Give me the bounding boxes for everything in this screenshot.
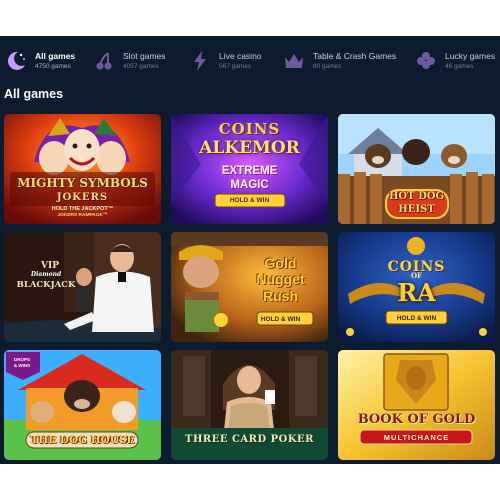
game-title: VIP <box>41 261 59 271</box>
tab-slot-games[interactable]: Slot games 4057 games <box>92 46 166 76</box>
game-badge: HOLD & WIN <box>396 315 437 322</box>
game-title: HOT DOG <box>388 191 444 202</box>
section-title: All games <box>4 87 64 101</box>
tab-count: 46 games <box>445 62 474 70</box>
tab-count: 4750 games <box>35 62 71 70</box>
moon-stars-icon <box>4 49 28 73</box>
game-badge: HOLD & WIN <box>229 197 270 204</box>
game-tile-hot-dog-heist[interactable]: HOT DOG HEIST <box>338 114 495 224</box>
game-title: BOOK OF GOLD <box>357 412 476 427</box>
category-tabs: All games 4750 games Slot games 4057 gam… <box>0 36 500 80</box>
game-tile-gold-nugget-rush[interactable]: Gold Nugget Rush HOLD & WIN <box>171 232 328 342</box>
game-title: MIGHTY SYMBOLS <box>17 176 148 190</box>
game-subtitle: MULTICHANCE <box>383 433 450 442</box>
tab-label: Lucky games <box>445 51 496 61</box>
tab-all-games[interactable]: All games 4750 games <box>4 46 75 76</box>
drops-wins-badge: & WINS <box>13 363 31 368</box>
game-subtitle: JOKERS <box>56 192 109 203</box>
drops-wins-badge: DROPS <box>13 357 30 362</box>
game-tag: HOLD THE JACKPOT™ <box>51 206 114 212</box>
game-title: Diamond <box>30 271 62 278</box>
clover-icon <box>414 49 438 73</box>
game-artwork <box>171 232 328 342</box>
game-title: BLACKJACK <box>16 280 76 290</box>
game-tag: JOKERS RAMPAGE™ <box>57 213 108 218</box>
game-tile-coins-of-ra[interactable]: COINS OF RA HOLD & WIN <box>338 232 495 342</box>
tab-label: Live casino <box>219 51 262 61</box>
tab-live-casino[interactable]: Live casino 567 games <box>188 46 262 76</box>
game-title: COINS <box>218 120 281 138</box>
tab-count: 567 games <box>219 62 252 70</box>
game-tile-vip-diamond-blackjack[interactable]: VIP Diamond BLACKJACK <box>4 232 161 342</box>
game-tile-three-card-poker[interactable]: THREE CARD POKER <box>171 350 328 460</box>
tab-table-crash-games[interactable]: Table & Crash Games 80 games <box>282 46 396 76</box>
tab-label: Table & Crash Games <box>313 51 397 61</box>
tab-count: 4057 games <box>123 62 159 70</box>
game-title: Gold <box>264 255 297 271</box>
game-title: Rush <box>263 288 298 304</box>
game-artwork <box>338 350 495 460</box>
tab-lucky-games[interactable]: Lucky games 46 games <box>414 46 495 76</box>
tab-label: All games <box>35 51 76 61</box>
crown-icon <box>282 49 306 73</box>
game-title: ALKEMOR <box>199 138 300 158</box>
tab-label: Slot games <box>123 51 166 61</box>
game-title: RA <box>397 278 436 307</box>
game-tile-coins-of-alkemor[interactable]: COINS ALKEMOR EXTREME MAGIC HOLD & WIN <box>171 114 328 224</box>
tab-count: 80 games <box>313 62 342 70</box>
game-title: HEIST <box>398 204 435 215</box>
game-badge: HOLD & WIN <box>260 316 301 323</box>
game-tile-the-dog-house[interactable]: DROPS & WINS THE DOG HOUSE <box>4 350 161 460</box>
game-title: THE DOG HOUSE <box>30 434 135 446</box>
game-subtitle: MAGIC <box>230 179 269 191</box>
lightning-icon <box>188 49 212 73</box>
game-tile-book-of-gold[interactable]: BOOK OF GOLD MULTICHANCE <box>338 350 495 460</box>
game-title: Nugget <box>256 271 305 287</box>
cherries-icon <box>92 49 116 73</box>
game-tile-mighty-symbols-jokers[interactable]: MIGHTY SYMBOLS JOKERS HOLD THE JACKPOT™ … <box>4 114 161 224</box>
game-subtitle: EXTREME <box>221 165 278 177</box>
game-title: THREE CARD POKER <box>185 434 314 445</box>
casino-lobby: All games 4750 games Slot games 4057 gam… <box>0 36 500 464</box>
